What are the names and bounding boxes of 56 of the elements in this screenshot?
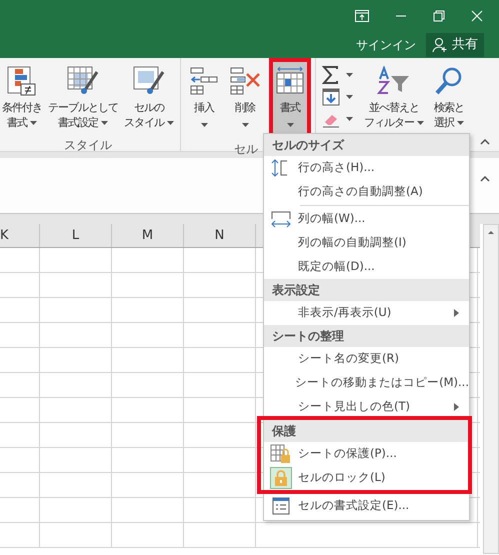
- table-format-icon: [67, 66, 99, 96]
- menu-section-header: 保護: [264, 420, 468, 442]
- collapse-ribbon-icon[interactable]: [480, 139, 490, 145]
- ribbon-button[interactable]: 検索と 選択: [432, 62, 466, 136]
- format-cells-icon: [275, 66, 305, 96]
- menu-section-header: 表示設定: [264, 279, 469, 301]
- sign-in-link[interactable]: サインイン: [356, 36, 416, 54]
- menu-item[interactable]: 行の高さの自動調整(A): [264, 180, 469, 204]
- ribbon-button[interactable]: テーブルとして 書式設定: [46, 62, 120, 136]
- menu-item[interactable]: 列の幅の自動調整(I): [264, 231, 469, 255]
- conditional-format-icon: [7, 66, 37, 96]
- sort-filter-icon: [377, 66, 411, 96]
- menu-item[interactable]: 列の幅(W)...: [264, 207, 469, 231]
- person-add-icon: [432, 37, 448, 53]
- menu-item[interactable]: 非表示/再表示(U): [264, 301, 469, 325]
- caret-icon: [346, 73, 353, 77]
- insert-cells-icon: [189, 66, 219, 96]
- column-header[interactable]: N: [184, 224, 256, 247]
- caret-icon: [346, 95, 353, 99]
- column-header[interactable]: M: [112, 224, 184, 247]
- collapse-formula-bar-icon[interactable]: [480, 176, 490, 182]
- group-label: セル: [234, 141, 258, 158]
- menu-item[interactable]: 既定の幅(D)...: [264, 255, 469, 279]
- sum-icon[interactable]: [322, 66, 340, 84]
- protect-sheet-icon: [270, 444, 292, 464]
- menu-item[interactable]: セルのロック(L): [264, 466, 468, 490]
- ribbon-button[interactable]: 挿入: [187, 62, 221, 136]
- menu-item[interactable]: シート名の変更(R): [264, 347, 469, 371]
- cell-style-icon: [133, 66, 165, 96]
- menu-item[interactable]: シート見出しの色(T): [264, 395, 469, 419]
- format-dialog-icon: [272, 497, 290, 515]
- column-header[interactable]: L: [40, 224, 112, 247]
- menu-item[interactable]: 行の高さ(H)...: [264, 156, 469, 180]
- search-icon: [434, 66, 464, 96]
- caret-icon: [346, 117, 353, 121]
- ribbon-button[interactable]: 書式: [273, 62, 307, 136]
- menu-item[interactable]: セルの書式設定(E)...: [264, 494, 469, 518]
- group-label: スタイル: [64, 137, 112, 154]
- ribbon-button[interactable]: 並べ替えと フィルター: [362, 62, 426, 136]
- column-width-icon: [270, 210, 292, 228]
- fill-down-icon[interactable]: [322, 88, 340, 106]
- ribbon-button[interactable]: セルの スタイル: [122, 62, 176, 136]
- share-button[interactable]: 共有: [426, 33, 484, 57]
- menu-section-header: セルのサイズ: [264, 134, 469, 156]
- column-header[interactable]: K: [0, 224, 40, 247]
- menu-section-header: シートの整理: [264, 325, 469, 347]
- lock-icon: [274, 470, 288, 486]
- menu-item[interactable]: シートの移動またはコピー(M)...: [264, 371, 469, 395]
- close-icon[interactable]: [471, 10, 483, 22]
- delete-cells-icon: [229, 66, 261, 96]
- restore-icon[interactable]: [433, 10, 445, 22]
- menu-item[interactable]: シートの保護(P)...: [264, 442, 468, 466]
- ribbon-display-icon[interactable]: [355, 10, 369, 22]
- ribbon-button[interactable]: 削除: [227, 62, 263, 136]
- vertical-scrollbar[interactable]: [483, 224, 499, 554]
- ribbon-button[interactable]: 条件付き 書式: [0, 62, 44, 136]
